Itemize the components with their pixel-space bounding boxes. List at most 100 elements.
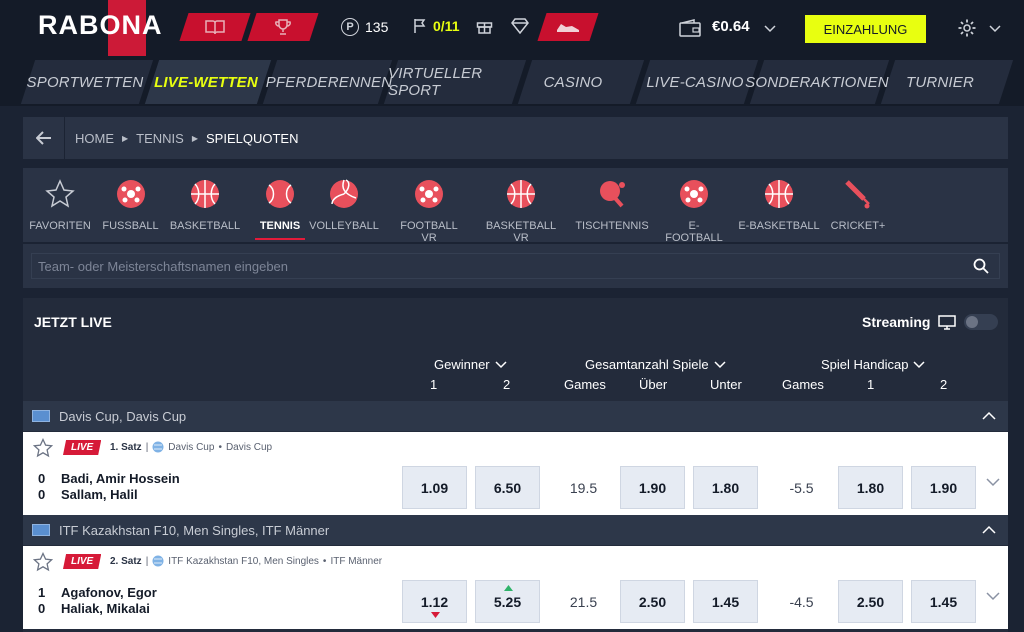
odds-down-icon	[431, 612, 440, 618]
odd-winner-1[interactable]: 1.09	[402, 466, 467, 509]
team2-name[interactable]: Haliak, Mikalai	[61, 601, 150, 616]
market-total[interactable]: Gesamtanzahl Spiele	[585, 357, 726, 372]
star-icon	[45, 179, 75, 208]
deposit-button[interactable]: EINZAHLUNG	[805, 15, 926, 43]
expand-chevron-icon[interactable]	[986, 592, 1000, 601]
globe-icon	[152, 441, 164, 453]
expand-chevron-icon[interactable]	[986, 478, 1000, 487]
e-basketball-icon	[765, 180, 793, 208]
book-tab[interactable]	[179, 13, 251, 41]
diamond-button[interactable]	[511, 18, 529, 34]
nav-pferderennen[interactable]: PFERDERENNEN	[266, 62, 392, 102]
breadcrumb-separator-icon: ▶	[122, 133, 129, 143]
breadcrumb-tennis[interactable]: TENNIS	[136, 131, 184, 146]
points-counter[interactable]: P 135	[341, 18, 388, 36]
market-label: Gesamtanzahl Spiele	[585, 357, 709, 372]
score-team1: 1	[38, 585, 46, 600]
sport-fussball[interactable]: FUSSBALL	[102, 178, 159, 232]
chevron-up-icon[interactable]	[982, 411, 996, 420]
search-placeholder: Team- oder Meisterschaftsnamen eingeben	[38, 258, 289, 274]
sport-label: E-BASKETBALL	[738, 220, 820, 232]
favorite-star-icon[interactable]	[33, 552, 53, 572]
gift-button[interactable]	[476, 18, 493, 34]
odd-handicap-2[interactable]: 1.90	[911, 466, 976, 509]
sport-e-basketball[interactable]: E-BASKETBALL	[738, 178, 820, 232]
sport-basketball-vr[interactable]: BASKETBALL VR	[478, 178, 564, 244]
col-total-games: Games	[564, 377, 606, 392]
flag-icon	[32, 410, 50, 422]
team1-name[interactable]: Agafonov, Egor	[61, 585, 157, 600]
trophy-tab[interactable]	[247, 13, 319, 41]
team1-name[interactable]: Badi, Amir Hossein	[61, 471, 180, 486]
volleyball-icon	[330, 179, 358, 208]
sport-cricket[interactable]: CRICKET+	[830, 178, 886, 232]
market-winner[interactable]: Gewinner	[434, 357, 507, 372]
col-winner-1: 1	[430, 377, 438, 392]
odd-winner-2[interactable]: 6.50	[475, 466, 540, 509]
shop-tab[interactable]	[537, 13, 599, 41]
sports-bar: FAVORITEN FUSSBALL BASKETBALL TENNIS VOL…	[23, 168, 1008, 244]
league-header[interactable]: Davis Cup, Davis Cup	[23, 401, 1008, 431]
settings-chevron-icon[interactable]	[988, 22, 1002, 37]
back-button[interactable]	[23, 117, 65, 159]
flags-counter[interactable]: 0/11	[413, 18, 459, 34]
match-row: LIVE 1. Satz | Davis Cup • Davis Cup 0 0 B…	[23, 432, 1008, 515]
match-tournament: Davis Cup	[168, 441, 215, 453]
sport-label: BASKETBALL	[169, 220, 241, 232]
breadcrumb-home[interactable]: HOME	[75, 131, 114, 146]
football-icon	[116, 180, 145, 208]
favorite-star-icon[interactable]	[33, 438, 53, 458]
settings-icon[interactable]	[957, 18, 977, 41]
odd-under[interactable]: 1.45	[693, 580, 758, 623]
wallet-icon[interactable]	[679, 19, 701, 40]
basketball-vr-icon	[507, 180, 535, 208]
live-badge: LIVE	[63, 554, 102, 569]
nav-virtueller-sport[interactable]: VIRTUELLER SPORT	[388, 62, 516, 102]
market-handicap[interactable]: Spiel Handicap	[821, 357, 925, 372]
team2-name[interactable]: Sallam, Halil	[61, 487, 138, 502]
sport-label: E-FOOTBALL	[665, 220, 723, 244]
sport-basketball[interactable]: BASKETBALL	[169, 178, 241, 232]
match-tournament: ITF Kazakhstan F10, Men Singles	[168, 555, 319, 567]
nav-live-wetten[interactable]: LIVE-WETTEN	[152, 62, 260, 102]
odd-winner-2[interactable]: 5.25	[475, 580, 540, 623]
globe-icon	[152, 555, 164, 567]
chevron-up-icon[interactable]	[982, 525, 996, 534]
sport-tischtennis[interactable]: TISCHTENNIS	[575, 178, 649, 232]
odd-winner-1[interactable]: 1.12	[402, 580, 467, 623]
odd-handicap-1[interactable]: 1.80	[838, 466, 903, 509]
nav-sportwetten[interactable]: SPORTWETTEN	[27, 62, 144, 102]
score-team2: 0	[38, 487, 46, 502]
total-games-line: 19.5	[569, 479, 598, 496]
score-team2: 0	[38, 601, 46, 616]
sport-volleyball[interactable]: VOLLEYBALL	[309, 178, 379, 232]
logo[interactable]: RABONA	[38, 10, 163, 41]
odd-handicap-1[interactable]: 2.50	[838, 580, 903, 623]
odd-over[interactable]: 1.90	[620, 466, 685, 509]
nav-sonderaktionen[interactable]: SONDERAKTIONEN	[745, 62, 888, 102]
nav-casino[interactable]: CASINO	[525, 62, 621, 102]
streaming-label: Streaming	[862, 314, 931, 330]
odd-handicap-2[interactable]: 1.45	[911, 580, 976, 623]
odd-over[interactable]: 2.50	[620, 580, 685, 623]
score-team1: 0	[38, 471, 46, 486]
sport-football-vr[interactable]: FOOTBALL VR	[392, 178, 466, 244]
separator: •	[218, 441, 222, 453]
sport-e-football[interactable]: E-FOOTBALL	[660, 178, 728, 244]
toggle-switch[interactable]	[964, 314, 999, 330]
sport-tennis[interactable]: TENNIS	[255, 178, 305, 240]
breadcrumb-separator-icon: ▶	[191, 133, 198, 143]
league-header[interactable]: ITF Kazakhstan F10, Men Singles, ITF Män…	[23, 515, 1008, 545]
search-input[interactable]: Team- oder Meisterschaftsnamen eingeben	[31, 253, 1000, 279]
nav-live-casino[interactable]: LIVE-CASINO	[643, 62, 747, 102]
search-icon[interactable]	[973, 258, 989, 274]
sport-favoriten[interactable]: FAVORITEN	[29, 178, 91, 232]
sport-label: FAVORITEN	[29, 220, 91, 232]
balance-chevron-icon[interactable]	[763, 22, 777, 37]
odd-under[interactable]: 1.80	[693, 466, 758, 509]
balance[interactable]: €0.64	[712, 18, 750, 35]
nav-turnier[interactable]: TURNIER	[888, 62, 992, 102]
streaming-toggle[interactable]: Streaming	[862, 314, 999, 330]
tennis-ball-icon	[266, 180, 294, 208]
market-label: Gewinner	[434, 357, 490, 372]
